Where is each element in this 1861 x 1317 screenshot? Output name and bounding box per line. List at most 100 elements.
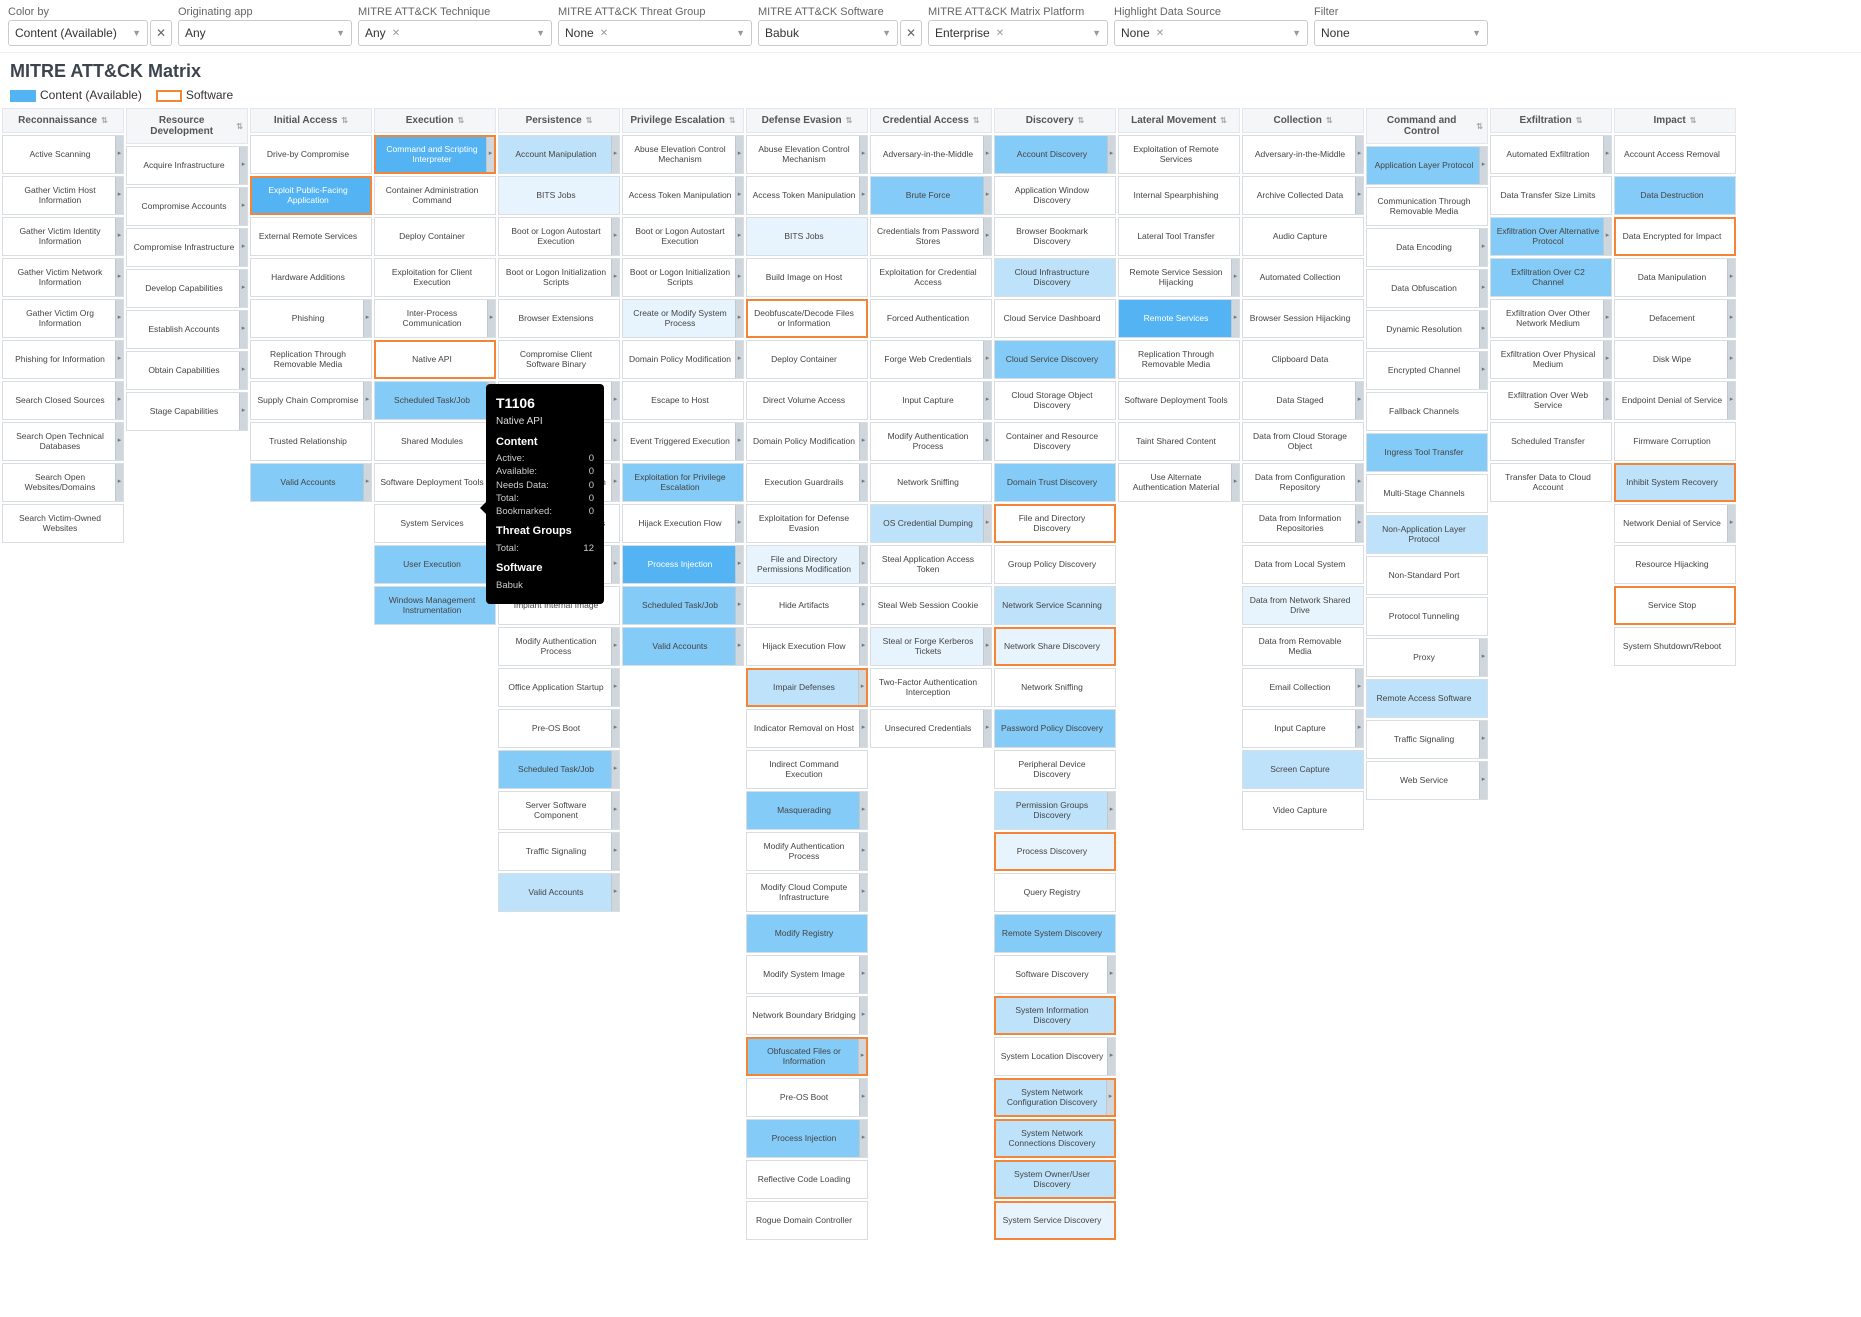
technique-cell[interactable]: Group Policy Discovery [994,545,1116,584]
sort-icon[interactable]: ⇅ [1476,122,1483,131]
technique-cell[interactable]: Steal Application Access Token [870,545,992,584]
expand-subtechniques-icon[interactable]: ▸ [858,670,866,705]
technique-cell[interactable]: Protocol Tunneling [1366,597,1488,636]
technique-cell[interactable]: Escape to Host [622,381,744,420]
technique-cell[interactable]: System Information Discovery [994,996,1116,1035]
technique-cell[interactable]: Web Service▸ [1366,761,1488,800]
expand-subtechniques-icon[interactable]: ▸ [1727,300,1735,337]
technique-cell[interactable]: Modify Authentication Process▸ [498,627,620,666]
technique-cell[interactable]: Data Staged▸ [1242,381,1364,420]
technique-cell[interactable]: System Shutdown/Reboot [1614,627,1736,666]
technique-cell[interactable]: Exploitation for Privilege Escalation [622,463,744,502]
technique-cell[interactable]: Peripheral Device Discovery [994,750,1116,789]
technique-cell[interactable]: Build Image on Host [746,258,868,297]
tactic-header[interactable]: Persistence⇅ [498,108,620,133]
technique-cell[interactable]: Valid Accounts▸ [498,873,620,912]
expand-subtechniques-icon[interactable]: ▸ [859,546,867,583]
expand-subtechniques-icon[interactable]: ▸ [1479,147,1487,184]
expand-subtechniques-icon[interactable]: ▸ [115,259,123,296]
filter-select[interactable]: Enterprise✕▼ [928,20,1108,46]
expand-subtechniques-icon[interactable]: ▸ [1603,382,1611,419]
technique-cell[interactable]: Lateral Tool Transfer [1118,217,1240,256]
technique-cell[interactable]: Remote Services▸ [1118,299,1240,338]
technique-cell[interactable]: Stage Capabilities▸ [126,392,248,431]
expand-subtechniques-icon[interactable]: ▸ [735,505,743,542]
technique-cell[interactable]: Supply Chain Compromise▸ [250,381,372,420]
expand-subtechniques-icon[interactable]: ▸ [611,136,619,173]
expand-subtechniques-icon[interactable]: ▸ [859,464,867,501]
expand-subtechniques-icon[interactable]: ▸ [859,136,867,173]
technique-cell[interactable]: Adversary-in-the-Middle▸ [870,135,992,174]
filter-select[interactable]: None▼ [1314,20,1488,46]
technique-cell[interactable]: Deploy Container [746,340,868,379]
technique-cell[interactable]: Abuse Elevation Control Mechanism▸ [622,135,744,174]
technique-cell[interactable]: Exploit Public-Facing Application [250,176,372,215]
technique-cell[interactable]: Use Alternate Authentication Material▸ [1118,463,1240,502]
technique-cell[interactable]: Forge Web Credentials▸ [870,340,992,379]
expand-subtechniques-icon[interactable]: ▸ [983,628,991,665]
technique-cell[interactable]: Exfiltration Over Physical Medium▸ [1490,340,1612,379]
technique-cell[interactable]: Container Administration Command [374,176,496,215]
technique-cell[interactable]: User Execution▸ [374,545,496,584]
technique-cell[interactable]: Non-Application Layer Protocol [1366,515,1488,554]
technique-cell[interactable]: Audio Capture [1242,217,1364,256]
technique-cell[interactable]: Scheduled Transfer [1490,422,1612,461]
technique-cell[interactable]: Server Software Component▸ [498,791,620,830]
expand-subtechniques-icon[interactable]: ▸ [859,628,867,665]
technique-cell[interactable]: Indicator Removal on Host▸ [746,709,868,748]
technique-cell[interactable]: Exfiltration Over C2 Channel [1490,258,1612,297]
technique-cell[interactable]: Unsecured Credentials▸ [870,709,992,748]
technique-cell[interactable]: Firmware Corruption [1614,422,1736,461]
expand-subtechniques-icon[interactable]: ▸ [859,833,867,870]
technique-cell[interactable]: Command and Scripting Interpreter▸ [374,135,496,174]
technique-cell[interactable]: Search Open Technical Databases▸ [2,422,124,461]
expand-subtechniques-icon[interactable]: ▸ [611,792,619,829]
expand-subtechniques-icon[interactable]: ▸ [239,188,247,225]
technique-cell[interactable]: Screen Capture [1242,750,1364,789]
technique-cell[interactable]: Shared Modules [374,422,496,461]
technique-cell[interactable]: Active Scanning▸ [2,135,124,174]
filter-select[interactable]: None✕▼ [558,20,752,46]
filter-select[interactable]: Any▼ [178,20,352,46]
technique-cell[interactable]: Data Manipulation▸ [1614,258,1736,297]
expand-subtechniques-icon[interactable]: ▸ [735,587,743,624]
sort-icon[interactable]: ⇅ [846,116,853,125]
technique-cell[interactable]: Remote System Discovery [994,914,1116,953]
technique-cell[interactable]: Compromise Client Software Binary [498,340,620,379]
expand-subtechniques-icon[interactable]: ▸ [1231,464,1239,501]
technique-cell[interactable]: Account Discovery▸ [994,135,1116,174]
technique-cell[interactable]: Compromise Infrastructure▸ [126,228,248,267]
technique-cell[interactable]: Gather Victim Org Information▸ [2,299,124,338]
technique-cell[interactable]: Fallback Channels [1366,392,1488,431]
expand-subtechniques-icon[interactable]: ▸ [1479,352,1487,389]
technique-cell[interactable]: Taint Shared Content [1118,422,1240,461]
expand-subtechniques-icon[interactable]: ▸ [1479,270,1487,307]
technique-cell[interactable]: Valid Accounts▸ [622,627,744,666]
technique-cell[interactable]: Network Boundary Bridging▸ [746,996,868,1035]
technique-cell[interactable]: BITS Jobs [498,176,620,215]
technique-cell[interactable]: Masquerading▸ [746,791,868,830]
expand-subtechniques-icon[interactable]: ▸ [1479,311,1487,348]
technique-cell[interactable]: File and Directory Discovery [994,504,1116,543]
technique-cell[interactable]: Exfiltration Over Alternative Protocol▸ [1490,217,1612,256]
technique-cell[interactable]: Access Token Manipulation▸ [622,176,744,215]
technique-cell[interactable]: Traffic Signaling▸ [498,832,620,871]
technique-cell[interactable]: Acquire Infrastructure▸ [126,146,248,185]
technique-cell[interactable]: Gather Victim Network Information▸ [2,258,124,297]
expand-subtechniques-icon[interactable]: ▸ [983,218,991,255]
technique-cell[interactable]: Network Share Discovery [994,627,1116,666]
technique-cell[interactable]: Pre-OS Boot▸ [498,709,620,748]
technique-cell[interactable]: Data from Configuration Repository▸ [1242,463,1364,502]
expand-subtechniques-icon[interactable]: ▸ [486,137,494,172]
tactic-header[interactable]: Credential Access⇅ [870,108,992,133]
technique-cell[interactable]: Proxy▸ [1366,638,1488,677]
technique-cell[interactable]: Execution Guardrails▸ [746,463,868,502]
technique-cell[interactable]: BITS Jobs [746,217,868,256]
expand-subtechniques-icon[interactable]: ▸ [363,300,371,337]
technique-cell[interactable]: Event Triggered Execution▸ [622,422,744,461]
expand-subtechniques-icon[interactable]: ▸ [983,423,991,460]
tactic-header[interactable]: Impact⇅ [1614,108,1736,133]
technique-cell[interactable]: Software Discovery▸ [994,955,1116,994]
expand-subtechniques-icon[interactable]: ▸ [735,300,743,337]
technique-cell[interactable]: Exploitation for Defense Evasion [746,504,868,543]
